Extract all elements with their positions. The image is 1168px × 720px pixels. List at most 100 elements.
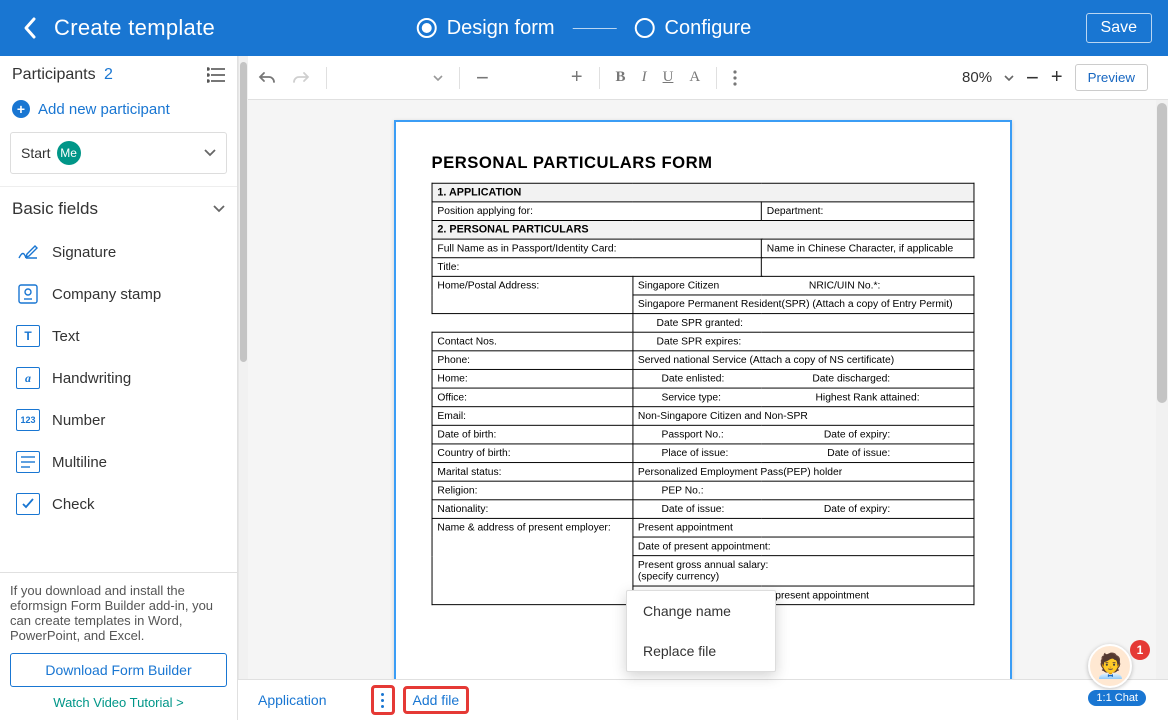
menu-change-name[interactable]: Change name xyxy=(627,591,775,631)
form-text: Date of expiry: xyxy=(824,429,890,441)
font-family-select[interactable] xyxy=(343,75,443,81)
form-builder-hint: If you download and install the eformsig… xyxy=(10,583,227,643)
plus-circle-icon: + xyxy=(12,100,30,118)
preview-button[interactable]: Preview xyxy=(1075,64,1148,91)
field-number[interactable]: 123 Number xyxy=(0,399,237,441)
form-text: Place of issue: xyxy=(661,447,728,459)
field-multiline[interactable]: Multiline xyxy=(0,441,237,483)
field-label: Check xyxy=(52,496,95,513)
chevron-down-icon xyxy=(213,205,225,213)
form-text: Date enlisted: xyxy=(661,373,724,385)
chat-badge: 1 xyxy=(1130,640,1150,660)
text-icon: T xyxy=(16,325,40,347)
field-check[interactable]: Check xyxy=(0,483,237,525)
chat-avatar-icon: 🧑‍💼 xyxy=(1088,644,1132,688)
field-label: Number xyxy=(52,412,105,429)
back-icon[interactable] xyxy=(16,14,44,42)
participants-label: Participants xyxy=(12,66,96,83)
form-cell: Contact Nos. xyxy=(432,332,633,351)
basic-fields-label: Basic fields xyxy=(12,199,98,219)
field-text[interactable]: T Text xyxy=(0,315,237,357)
reorder-icon[interactable] xyxy=(207,67,225,83)
form-text: NRIC/UIN No.*: xyxy=(809,280,880,292)
font-color-button[interactable]: A xyxy=(689,69,700,86)
form-cell: Religion: xyxy=(432,481,633,500)
form-cell: Name in Chinese Character, if applicable xyxy=(761,239,974,258)
form-cell: Country of birth: xyxy=(432,444,633,463)
chat-label: 1:1 Chat xyxy=(1088,690,1146,706)
form-text: Date of expiry: xyxy=(824,503,890,515)
zoom-dropdown-icon[interactable] xyxy=(1004,75,1014,81)
form-cell: Home: xyxy=(432,369,633,388)
editor-toolbar: − + B I U A 80% − + Preview xyxy=(238,56,1168,100)
field-label: Multiline xyxy=(52,454,107,471)
form-cell: Date SPR expires: xyxy=(633,332,974,351)
italic-button[interactable]: I xyxy=(642,69,647,86)
watch-tutorial-link[interactable]: Watch Video Tutorial > xyxy=(10,695,227,710)
form-cell: Date of birth: xyxy=(432,425,633,444)
page-title: Create template xyxy=(54,15,215,41)
add-file-button[interactable]: Add file xyxy=(405,688,468,712)
field-label: Handwriting xyxy=(52,370,131,387)
step-configure[interactable]: Configure xyxy=(635,17,752,40)
form-cell: Marital status: xyxy=(432,463,633,482)
form-cell: Home/Postal Address: xyxy=(432,276,633,313)
form-text: Passport No.: xyxy=(661,429,723,441)
zoom-out-button[interactable]: − xyxy=(1026,65,1039,91)
field-signature[interactable]: Signature xyxy=(0,231,237,273)
field-company-stamp[interactable]: Company stamp xyxy=(0,273,237,315)
form-title: PERSONAL PARTICULARS FORM xyxy=(432,153,975,173)
underline-button[interactable]: U xyxy=(663,69,674,86)
undo-button[interactable] xyxy=(258,70,276,86)
signature-icon xyxy=(16,241,40,263)
field-label: Company stamp xyxy=(52,286,161,303)
step-design-form[interactable]: Design form xyxy=(417,17,555,40)
participants-heading: Participants 2 xyxy=(12,66,113,84)
participant-start-select[interactable]: Start Me xyxy=(10,132,227,174)
form-table: 1. APPLICATION Position applying for: De… xyxy=(432,183,975,605)
sidebar-scrollbar[interactable] xyxy=(238,56,248,679)
chevron-down-icon xyxy=(204,149,216,157)
file-context-menu: Change name Replace file xyxy=(626,590,776,672)
form-text: Singapore Citizen xyxy=(638,280,719,292)
form-text: Service type: xyxy=(661,392,720,404)
basic-fields-section[interactable]: Basic fields xyxy=(0,186,237,231)
file-tab-application[interactable]: Application xyxy=(252,688,333,712)
step-label: Configure xyxy=(665,17,752,40)
save-button[interactable]: Save xyxy=(1086,13,1152,43)
form-text: Date discharged: xyxy=(812,373,890,385)
radio-unchecked-icon xyxy=(635,18,655,38)
redo-button[interactable] xyxy=(292,70,310,86)
form-cell: Present gross annual salary: (specify cu… xyxy=(633,556,974,586)
number-icon: 123 xyxy=(16,409,40,431)
file-options-button[interactable] xyxy=(373,687,393,713)
field-handwriting[interactable]: a Handwriting xyxy=(0,357,237,399)
file-tab-bar: Application Add file xyxy=(238,679,1168,720)
fontsize-increase-button[interactable]: + xyxy=(571,66,583,89)
form-text: Highest Rank attained: xyxy=(815,392,919,404)
form-cell: Position applying for: xyxy=(432,202,761,221)
canvas-scrollbar[interactable] xyxy=(1156,100,1168,679)
field-label: Text xyxy=(52,328,80,345)
start-label: Start xyxy=(21,145,51,161)
bold-button[interactable]: B xyxy=(616,69,626,86)
fontsize-decrease-button[interactable]: − xyxy=(476,65,489,91)
zoom-value[interactable]: 80% xyxy=(962,69,992,86)
form-text: PEP No.: xyxy=(661,485,703,497)
form-text: Date of issue: xyxy=(661,503,724,515)
more-button[interactable] xyxy=(733,70,737,86)
multiline-icon xyxy=(16,451,40,473)
step-connector-line xyxy=(573,28,617,29)
form-cell: Phone: xyxy=(432,351,633,370)
participants-count: 2 xyxy=(104,66,113,83)
form-cell: Nationality: xyxy=(432,500,633,519)
download-form-builder-button[interactable]: Download Form Builder xyxy=(10,653,227,687)
form-cell: Date SPR granted: xyxy=(633,314,974,333)
menu-replace-file[interactable]: Replace file xyxy=(627,631,775,671)
add-participant-button[interactable]: + Add new participant xyxy=(0,94,237,124)
chat-widget[interactable]: 1 🧑‍💼 1:1 Chat xyxy=(1088,644,1146,706)
form-cell: Singapore Permanent Resident(SPR) (Attac… xyxy=(633,295,974,314)
zoom-in-button[interactable]: + xyxy=(1051,66,1063,89)
radio-checked-icon xyxy=(417,18,437,38)
form-cell: Office: xyxy=(432,388,633,407)
